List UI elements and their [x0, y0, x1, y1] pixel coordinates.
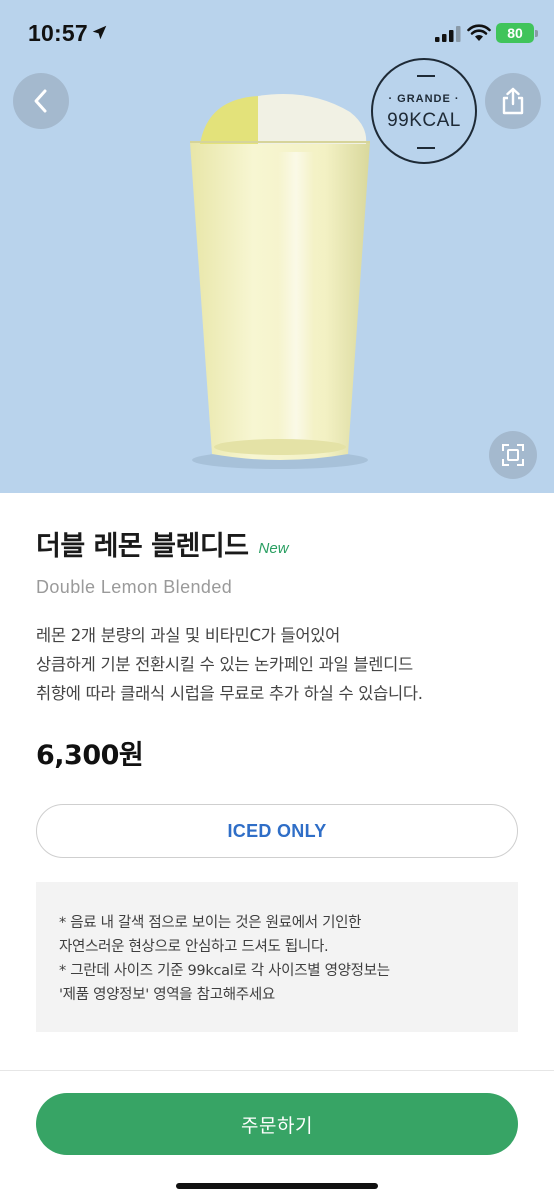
- battery-indicator: 80: [496, 23, 538, 43]
- status-bar: 10:57 80: [0, 0, 554, 68]
- location-arrow-icon: [92, 25, 107, 40]
- description-line: 레몬 2개 분량의 과실 및 비타민C가 들어있어: [36, 626, 341, 645]
- product-title-row: 더블 레몬 블렌디드 New: [36, 524, 289, 563]
- bottom-divider: [0, 1070, 554, 1071]
- product-price: 6,300원: [36, 740, 144, 771]
- notice-line: * 음료 내 갈색 점으로 보이는 것은 원료에서 기인한: [59, 915, 362, 931]
- home-indicator: [176, 1183, 378, 1189]
- product-english-name: Double Lemon Blended: [36, 577, 233, 597]
- badge-divider: [417, 75, 435, 77]
- image-zoom-button[interactable]: [489, 431, 537, 479]
- product-image: [190, 94, 370, 469]
- chevron-left-icon: [34, 89, 47, 113]
- product-name: 더블 레몬 블렌디드: [36, 531, 249, 562]
- description-line: 상큼하게 기분 전환시킬 수 있는 논카페인 과일 블렌디드: [36, 655, 413, 674]
- notice-line: '제품 영양정보' 영역을 참고해주세요: [59, 987, 275, 1003]
- badge-divider: [417, 147, 435, 149]
- wifi-icon: [467, 24, 491, 41]
- share-button[interactable]: [485, 73, 541, 129]
- order-button[interactable]: 주문하기: [36, 1093, 518, 1155]
- cellular-signal-icon: [435, 26, 461, 42]
- notice-line: 자연스러운 현상으로 안심하고 드셔도 됩니다.: [59, 939, 329, 955]
- notice-line: * 그란데 사이즈 기준 99kcal로 각 사이즈별 영양정보는: [59, 963, 390, 979]
- scan-icon: [502, 444, 524, 466]
- new-badge: New: [258, 540, 289, 557]
- back-button[interactable]: [13, 73, 69, 129]
- iced-only-button[interactable]: ICED ONLY: [36, 804, 518, 858]
- product-description: 레몬 2개 분량의 과실 및 비타민C가 들어있어 상큼하게 기분 전환시킬 수…: [36, 621, 536, 708]
- share-icon: [502, 87, 524, 115]
- notice-box: * 음료 내 갈색 점으로 보이는 것은 원료에서 기인한 자연스러운 현상으로…: [36, 882, 518, 1032]
- status-time: 10:57: [28, 20, 88, 46]
- description-line: 취향에 따라 클래식 시럽을 무료로 추가 하실 수 있습니다.: [36, 684, 423, 703]
- product-hero: 10:57 80 · GRANDE · 99KCAL: [0, 0, 554, 493]
